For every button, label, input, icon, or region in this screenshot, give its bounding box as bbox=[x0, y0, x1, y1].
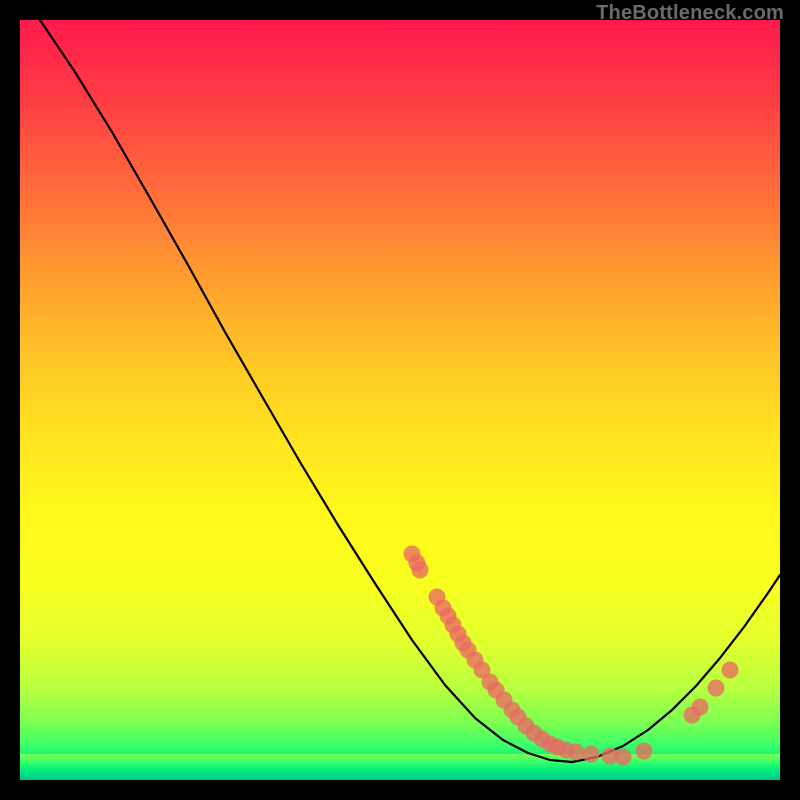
chart-svg bbox=[20, 20, 780, 780]
scatter-points bbox=[404, 546, 739, 766]
plot-area bbox=[20, 20, 780, 780]
scatter-dot bbox=[708, 680, 725, 697]
chart-stage: TheBottleneck.com bbox=[0, 0, 800, 800]
scatter-dot bbox=[568, 744, 585, 761]
scatter-dot bbox=[615, 749, 632, 766]
scatter-dot bbox=[636, 743, 653, 760]
scatter-dot bbox=[722, 662, 739, 679]
scatter-dot bbox=[412, 562, 429, 579]
bottleneck-curve bbox=[40, 20, 780, 762]
scatter-dot bbox=[692, 699, 709, 716]
scatter-dot bbox=[583, 746, 600, 763]
